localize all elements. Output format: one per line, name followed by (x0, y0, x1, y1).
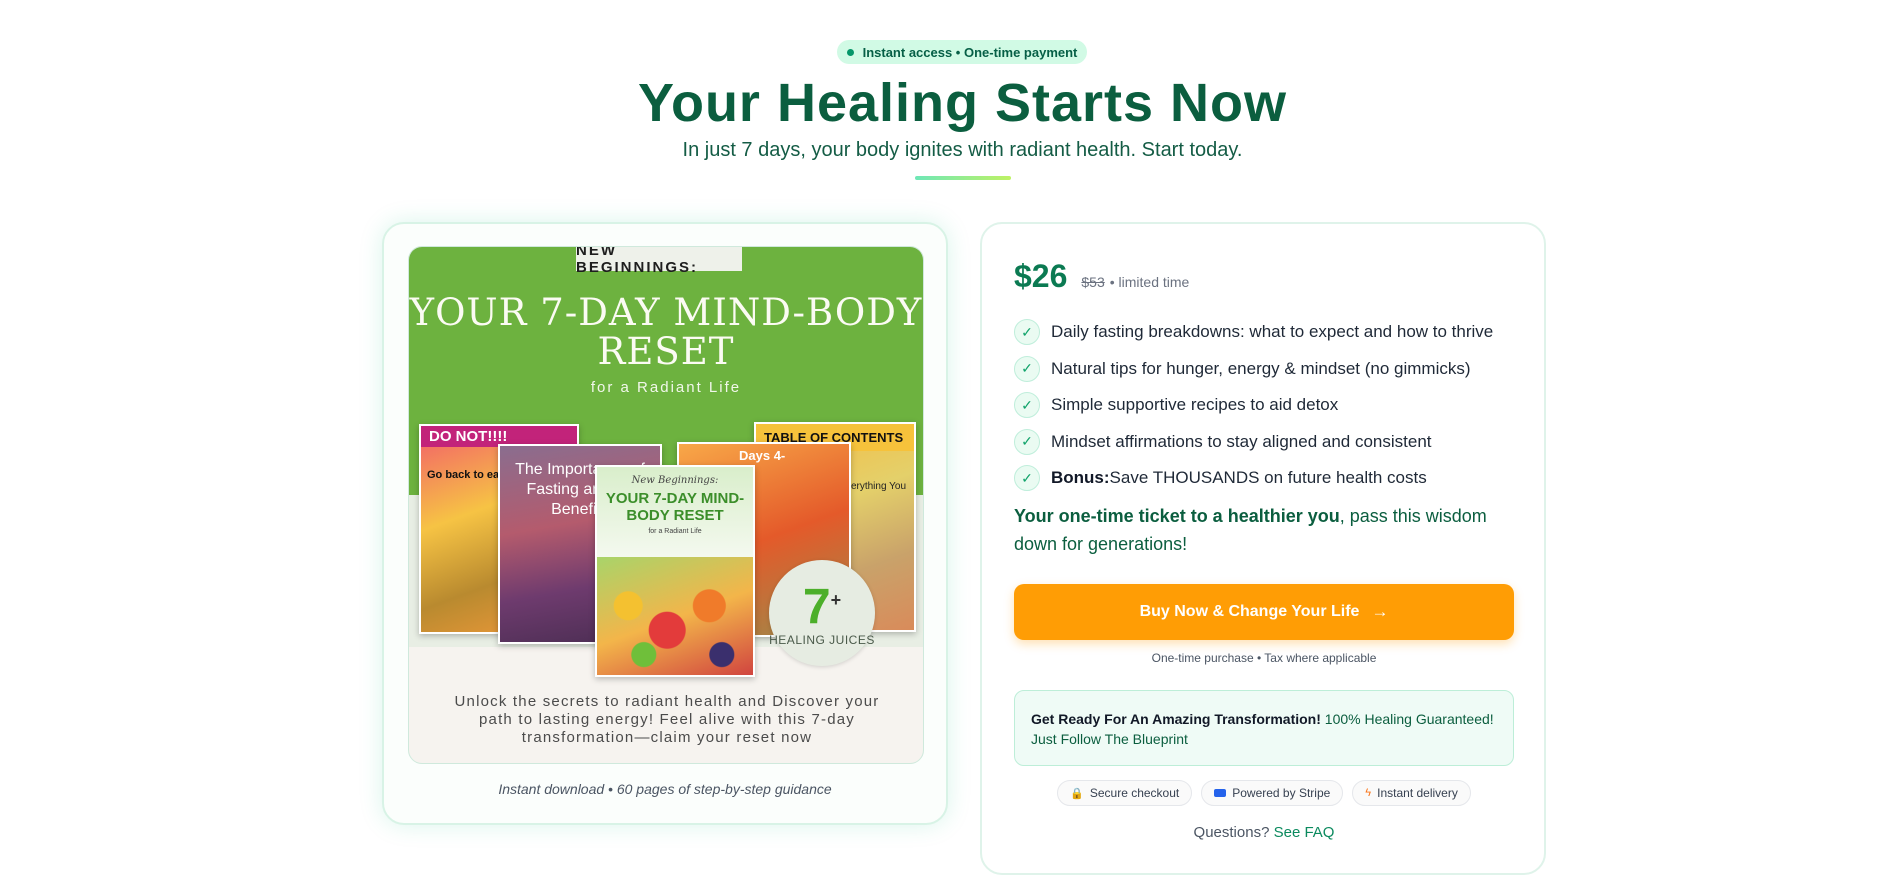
cover-subtitle: for a Radiant Life (590, 379, 742, 396)
bolt-icon: ϟ (1365, 787, 1372, 799)
status-dot-icon (846, 48, 854, 56)
list-item: ✓ Mindset affirmations to stay aligned a… (1014, 424, 1534, 461)
access-pill: Instant access • One-time payment (837, 40, 1087, 64)
feature-text: Save THOUSANDS on future health costs (1109, 468, 1427, 488)
product-caption: Instant download • 60 pages of step-by-s… (498, 781, 832, 797)
pill-text: Instant access • One-time payment (862, 44, 1078, 60)
stripe-badge: Powered by Stripe (1201, 780, 1344, 806)
list-item: ✓ Simple supportive recipes to aid detox (1014, 387, 1534, 424)
feature-text: Daily fasting breakdowns: what to expect… (1051, 322, 1494, 342)
check-icon: ✓ (1014, 392, 1040, 419)
guarantee-bold: Get Ready For An Amazing Transformation! (1031, 711, 1321, 727)
cover-title: YOUR 7-DAY MIND-BODY RESET (409, 291, 923, 373)
arrow-right-icon: → (1371, 602, 1389, 621)
front-title: YOUR 7-DAY MIND-BODY RESET (605, 490, 745, 524)
guarantee-box: Get Ready For An Amazing Transformation!… (1014, 690, 1514, 766)
cover-tag: NEW BEGINNINGS: (576, 247, 742, 276)
badge-text: Instant delivery (1377, 786, 1458, 800)
cover-blurb: Unlock the secrets to radiant health and… (454, 693, 880, 746)
front-subtitle: for a Radiant Life (648, 528, 702, 535)
book-cover-image: NEW BEGINNINGS: YOUR 7-DAY MIND-BODY RES… (408, 246, 924, 764)
ticket-bold: Your one-time ticket to a healthier you (1014, 506, 1340, 526)
buy-now-button[interactable]: Buy Now & Change Your Life → (1014, 584, 1514, 640)
lock-icon: 🔒 (1070, 787, 1084, 800)
buy-button-label: Buy Now & Change Your Life (1139, 603, 1360, 620)
badge-text: Secure checkout (1089, 786, 1180, 800)
check-icon: ✓ (1014, 465, 1040, 492)
feature-text: Mindset affirmations to stay aligned and… (1051, 431, 1432, 451)
ticket-text: Your one-time ticket to a healthier you,… (1014, 502, 1494, 558)
card-icon (1214, 789, 1227, 797)
price-row: $26 $53 • limited time (1014, 258, 1189, 295)
old-price: $53 (1081, 274, 1105, 290)
secure-checkout-badge: 🔒 Secure checkout (1057, 780, 1193, 806)
badge-label: HEALING JUICES (769, 632, 875, 647)
list-item: ✓ Bonus: Save THOUSANDS on future health … (1014, 460, 1534, 497)
purchase-note: One-time purchase • Tax where applicable (1151, 651, 1377, 665)
page-title: Your Healing Starts Now (637, 73, 1288, 133)
trust-badges: 🔒 Secure checkout Powered by Stripe ϟ In… (1014, 780, 1514, 806)
badge-plus: + (830, 590, 842, 610)
faq-prefix: Questions? (1193, 824, 1270, 841)
instant-delivery-badge: ϟ Instant delivery (1352, 780, 1471, 806)
front-eyebrow: New Beginnings: (631, 475, 719, 486)
list-item: ✓ Daily fasting breakdowns: what to expe… (1014, 314, 1534, 351)
price-note: • limited time (1109, 274, 1190, 290)
list-item: ✓ Natural tips for hunger, energy & mind… (1014, 351, 1534, 388)
product-card: NEW BEGINNINGS: YOUR 7-DAY MIND-BODY RES… (382, 222, 948, 825)
feature-bold: Bonus: (1051, 468, 1110, 488)
title-underline (915, 176, 1011, 180)
healing-juices-badge: 7+ HEALING JUICES (769, 560, 875, 666)
preview-page-front: New Beginnings: YOUR 7-DAY MIND-BODY RES… (595, 465, 755, 677)
feature-text: Simple supportive recipes to aid detox (1051, 395, 1339, 415)
faq-line: Questions? See FAQ (1014, 824, 1514, 841)
check-icon: ✓ (1014, 319, 1040, 346)
offer-card: $26 $53 • limited time ✓ Daily fasting b… (980, 222, 1546, 875)
badge-text: Powered by Stripe (1232, 786, 1331, 800)
feature-list: ✓ Daily fasting breakdowns: what to expe… (1014, 314, 1534, 497)
price: $26 (1014, 258, 1068, 294)
check-icon: ✓ (1014, 428, 1040, 455)
badge-number: 7 (802, 578, 831, 635)
feature-text: Natural tips for hunger, energy & mindse… (1051, 358, 1471, 378)
faq-link[interactable]: See FAQ (1274, 824, 1335, 841)
fruit-photo (597, 557, 753, 675)
check-icon: ✓ (1014, 355, 1040, 382)
page-subtitle: In just 7 days, your body ignites with r… (682, 139, 1243, 161)
